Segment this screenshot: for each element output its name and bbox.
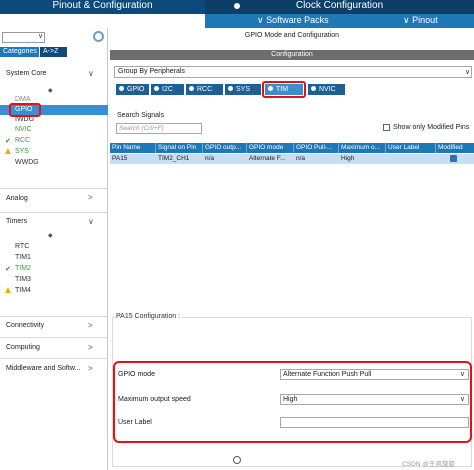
configuration-header: Configuration xyxy=(110,50,474,60)
column-header[interactable]: User Label xyxy=(386,143,436,153)
tab-sys[interactable]: SYS xyxy=(225,84,261,95)
pinout-menu[interactable]: ∨ Pinout xyxy=(403,15,438,26)
main-config-panel: GPIO Mode and Configuration Configuratio… xyxy=(110,28,474,470)
chevron-down-icon: ∨ xyxy=(465,69,471,76)
tab-nvic[interactable]: NVIC xyxy=(308,84,345,95)
column-header[interactable]: Modified xyxy=(436,143,474,153)
list-item-iwdg[interactable]: IWDG xyxy=(15,116,34,123)
tab-gpio[interactable]: GPIO xyxy=(116,84,149,95)
section-connectivity[interactable]: Connectivity xyxy=(6,322,44,329)
chevron-down-icon[interactable]: ∨ xyxy=(88,69,94,78)
column-header[interactable]: GPIO outp... xyxy=(203,143,247,153)
section-computing[interactable]: Computing xyxy=(6,344,40,351)
check-icon: ✔ xyxy=(5,266,11,273)
tab-i2c[interactable]: I2C xyxy=(151,84,184,95)
sort-icon[interactable]: ◆ xyxy=(48,232,53,239)
table-row[interactable]: PA15 TIM2_CH1 n/a Alternate F... n/a Hig… xyxy=(110,154,474,164)
gpio-highlight-box xyxy=(9,103,41,117)
tab-rcc[interactable]: RCC xyxy=(186,84,223,95)
divider xyxy=(0,337,107,338)
section-analog[interactable]: Analog xyxy=(6,195,28,202)
params-highlight-box xyxy=(113,361,472,443)
tab-clock-configuration[interactable]: Clock Configuration xyxy=(205,0,474,14)
sort-icon[interactable]: ◆ xyxy=(48,87,53,94)
section-timers[interactable]: Timers xyxy=(6,218,27,225)
list-item-tim4[interactable]: TIM4 xyxy=(15,287,31,294)
pa15-config-title: PA15 Configuration : xyxy=(116,313,183,320)
column-header[interactable]: GPIO mode xyxy=(247,143,294,153)
group-by-value: Group By Peripherals xyxy=(118,68,185,75)
watermark: CSDN @王凯旋旋 xyxy=(402,461,455,468)
left-category-panel: ∨ Categories A->Z System Core ∨ ◆ DMA GP… xyxy=(0,28,108,470)
divider xyxy=(0,188,107,189)
modified-checkbox[interactable] xyxy=(450,155,457,162)
tim-tab-highlight xyxy=(262,81,306,98)
chevron-right-icon[interactable]: > xyxy=(88,193,93,202)
list-item-rtc[interactable]: RTC xyxy=(15,243,29,250)
page-title: GPIO Mode and Configuration xyxy=(244,32,340,39)
chevron-right-icon[interactable]: > xyxy=(88,321,93,330)
table-cell: n/a xyxy=(296,155,306,162)
divider xyxy=(0,316,107,317)
chevron-down-icon[interactable]: ∨ xyxy=(88,217,94,226)
section-middleware[interactable]: Middleware and Softw... xyxy=(6,365,80,372)
tab-a-to-z[interactable]: A->Z xyxy=(40,47,67,57)
divider xyxy=(0,212,107,213)
column-header[interactable]: Pin Name xyxy=(110,143,156,153)
chevron-right-icon[interactable]: > xyxy=(88,343,93,352)
pin-table-header: Pin Name Signal on Pin GPIO outp... GPIO… xyxy=(110,143,474,153)
group-by-select[interactable]: Group By Peripherals ∨ xyxy=(114,66,472,78)
column-header[interactable]: Signal on Pin xyxy=(156,143,203,153)
warning-icon xyxy=(5,287,11,293)
warning-icon xyxy=(5,148,11,154)
list-item-sys[interactable]: SYS xyxy=(15,148,29,155)
sub-menu-bar: ∨ Software Packs ∨ Pinout xyxy=(205,14,474,28)
table-cell xyxy=(386,154,436,164)
column-header[interactable]: GPIO Pull-... xyxy=(294,143,339,153)
table-cell: TIM2_CH1 xyxy=(158,155,190,162)
table-cell: PA15 xyxy=(112,155,128,162)
list-item-tim1[interactable]: TIM1 xyxy=(15,254,31,261)
table-cell: n/a xyxy=(205,155,215,162)
resize-handle[interactable] xyxy=(233,456,241,464)
show-modified-label: Show only Modified Pins xyxy=(393,124,470,131)
tab-pinout-configuration[interactable]: Pinout & Configuration xyxy=(0,0,205,14)
list-item-wwdg[interactable]: WWDG xyxy=(15,159,39,166)
search-signals-label: Search Signals xyxy=(117,112,165,119)
column-header[interactable]: Maximum o... xyxy=(339,143,386,153)
list-item-rcc[interactable]: RCC xyxy=(15,137,30,144)
divider xyxy=(0,358,107,359)
table-cell: High xyxy=(341,155,355,162)
list-item-dma[interactable]: DMA xyxy=(15,96,31,103)
section-system-core[interactable]: System Core xyxy=(6,70,46,77)
list-item-tim3[interactable]: TIM3 xyxy=(15,276,31,283)
chevron-right-icon[interactable]: > xyxy=(88,364,93,373)
search-dropdown-icon[interactable]: ∨ xyxy=(38,32,43,40)
table-cell: Alternate F... xyxy=(249,155,286,162)
list-item-tim2[interactable]: TIM2 xyxy=(15,265,31,272)
tab-indicator-dot xyxy=(234,3,240,9)
software-packs-menu[interactable]: ∨ Software Packs xyxy=(257,15,329,26)
search-signals-input[interactable]: Search (Crtl+F) xyxy=(116,123,202,134)
show-modified-checkbox[interactable] xyxy=(383,124,390,131)
list-item-nvic[interactable]: NVIC xyxy=(15,126,32,133)
tab-categories[interactable]: Categories xyxy=(0,47,39,57)
gear-icon[interactable] xyxy=(93,31,104,42)
check-icon: ✔ xyxy=(5,138,11,145)
